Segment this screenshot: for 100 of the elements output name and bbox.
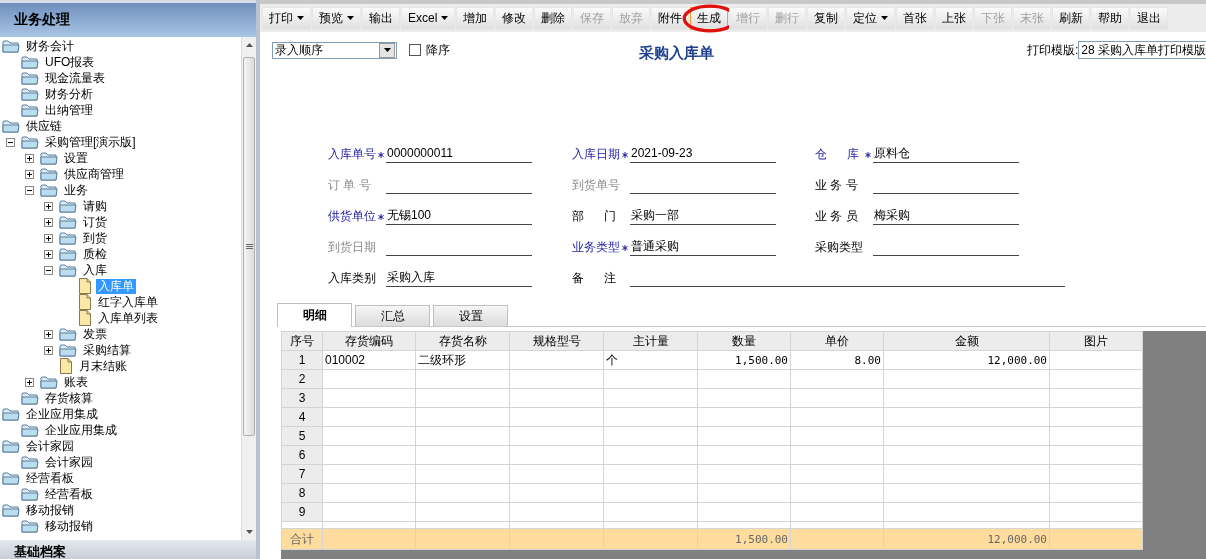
- tree-item[interactable]: 移动报销: [43, 518, 95, 534]
- tab[interactable]: 汇总: [355, 305, 430, 326]
- expander-icon[interactable]: [44, 217, 53, 227]
- tree-item[interactable]: 出纳管理: [43, 102, 95, 118]
- expander-icon[interactable]: [25, 185, 34, 195]
- toolbar-button[interactable]: 退出: [1130, 6, 1169, 30]
- input-field[interactable]: 采购入库: [386, 269, 532, 287]
- column-header[interactable]: 序号: [281, 331, 323, 351]
- tree-item[interactable]: 业务: [62, 182, 90, 198]
- tree-item[interactable]: UFO报表: [43, 54, 97, 70]
- tree-item[interactable]: 财务会计: [24, 38, 76, 54]
- tree-item[interactable]: 供应链: [24, 118, 64, 134]
- tree-item[interactable]: 入库: [81, 262, 109, 278]
- toolbar-button[interactable]: 定位: [846, 6, 896, 30]
- folder-icon: [2, 119, 20, 133]
- scroll-down-icon[interactable]: [245, 530, 253, 534]
- column-header[interactable]: 规格型号: [509, 331, 604, 351]
- checkbox[interactable]: [409, 44, 421, 56]
- input-field[interactable]: 采购一部: [630, 207, 776, 225]
- toolbar-button[interactable]: 输出: [362, 6, 400, 30]
- expander-icon[interactable]: [25, 377, 34, 387]
- tree-item[interactable]: 质检: [81, 246, 109, 262]
- tree-item[interactable]: 订货: [81, 214, 109, 230]
- panel-footer[interactable]: 基础档案: [0, 540, 256, 559]
- toolbar-button[interactable]: 删除: [534, 6, 573, 30]
- checkbox-label: 降序: [426, 41, 450, 59]
- tree-item[interactable]: 经营看板: [43, 486, 95, 502]
- tree-item[interactable]: 月末结账: [77, 358, 129, 374]
- folder-icon: [59, 247, 77, 261]
- toolbar-button[interactable]: 首张: [896, 6, 935, 30]
- toolbar-button[interactable]: 复制: [807, 6, 846, 30]
- dropdown-arrow-icon: [383, 48, 391, 52]
- tree-item[interactable]: 发票: [81, 326, 109, 342]
- folder-icon: [59, 231, 77, 245]
- column-header[interactable]: 存货编码: [322, 331, 416, 351]
- tree-item[interactable]: 采购管理[演示版]: [43, 134, 138, 150]
- input-field[interactable]: 无锡100: [386, 207, 532, 225]
- scrollbar[interactable]: [241, 37, 256, 540]
- tab[interactable]: 设置: [433, 305, 508, 326]
- column-header[interactable]: 数量: [697, 331, 791, 351]
- column-header[interactable]: 金额: [883, 331, 1050, 351]
- folder-icon: [2, 39, 20, 53]
- expander-icon[interactable]: [44, 201, 53, 211]
- tree-item[interactable]: 存货核算: [43, 390, 95, 406]
- tree-item[interactable]: 企业应用集成: [43, 422, 119, 438]
- sort-dropdown[interactable]: 录入顺序: [272, 41, 397, 59]
- toolbar-button[interactable]: 附件: [651, 6, 690, 30]
- expander-icon[interactable]: [25, 153, 34, 163]
- tab[interactable]: 明细: [277, 303, 352, 327]
- tree-item[interactable]: 请购: [81, 198, 109, 214]
- toolbar-button[interactable]: 打印: [262, 6, 311, 30]
- toolbar-button[interactable]: 上张: [935, 6, 974, 30]
- tree-item[interactable]: 现金流量表: [43, 70, 107, 86]
- input-field[interactable]: 2021-09-23: [630, 145, 776, 163]
- tree-item[interactable]: 经营看板: [24, 470, 76, 486]
- expander-icon[interactable]: [44, 233, 53, 243]
- tree-item[interactable]: 会计家园: [43, 454, 95, 470]
- column-header[interactable]: 单价: [790, 331, 884, 351]
- toolbar-button[interactable]: 增加: [456, 6, 495, 30]
- expander-icon[interactable]: [25, 169, 34, 179]
- field-label: 打印模版:: [1026, 41, 1079, 59]
- expander-icon[interactable]: [44, 329, 53, 339]
- tree-item[interactable]: 红字入库单: [96, 294, 160, 310]
- input-field[interactable]: 普通采购: [630, 238, 776, 256]
- tree-item[interactable]: 会计家园: [24, 438, 76, 454]
- tree-item[interactable]: 财务分析: [43, 86, 95, 102]
- table-cell: 二级环形: [415, 350, 510, 370]
- field-label: 供货单位: [328, 208, 377, 225]
- toolbar-button[interactable]: 预览: [312, 6, 361, 30]
- scroll-up-icon[interactable]: [245, 43, 253, 47]
- input-field[interactable]: 0000000011: [386, 145, 532, 163]
- tree-item[interactable]: 采购结算: [81, 342, 133, 358]
- expander-icon[interactable]: [44, 249, 53, 259]
- field-label: 订 单 号: [328, 177, 372, 194]
- tree-item[interactable]: 设置: [62, 150, 90, 166]
- caret-icon: [441, 16, 449, 20]
- tree-item[interactable]: 移动报销: [24, 502, 76, 518]
- toolbar-button[interactable]: Excel: [401, 6, 456, 30]
- expander-icon[interactable]: [6, 137, 15, 147]
- field-label: 到货日期: [328, 239, 377, 256]
- expander-icon[interactable]: [44, 345, 53, 355]
- column-header[interactable]: 主计量: [603, 331, 698, 351]
- tree-item[interactable]: 到货: [81, 230, 109, 246]
- column-header[interactable]: 图片: [1049, 331, 1143, 351]
- tree-item[interactable]: 账表: [62, 374, 90, 390]
- input-field[interactable]: 原料仓: [873, 145, 1019, 163]
- folder-icon: [21, 103, 39, 117]
- toolbar-button[interactable]: 帮助: [1091, 6, 1130, 30]
- tree-item[interactable]: 企业应用集成: [24, 406, 100, 422]
- template-field[interactable]: 28 采购入库单打印模版: [1078, 41, 1206, 59]
- toolbar-button[interactable]: 修改: [495, 6, 534, 30]
- scroll-thumb[interactable]: [243, 57, 255, 436]
- toolbar-button[interactable]: 刷新: [1052, 6, 1091, 30]
- tree-item[interactable]: 供应商管理: [62, 166, 126, 182]
- input-field[interactable]: 梅采购: [873, 207, 1019, 225]
- expander-icon[interactable]: [44, 265, 53, 275]
- folder-icon: [59, 343, 77, 357]
- column-header[interactable]: 存货名称: [415, 331, 510, 351]
- row-number: 合计: [281, 528, 323, 550]
- tree-item[interactable]: 入库单列表: [96, 310, 160, 326]
